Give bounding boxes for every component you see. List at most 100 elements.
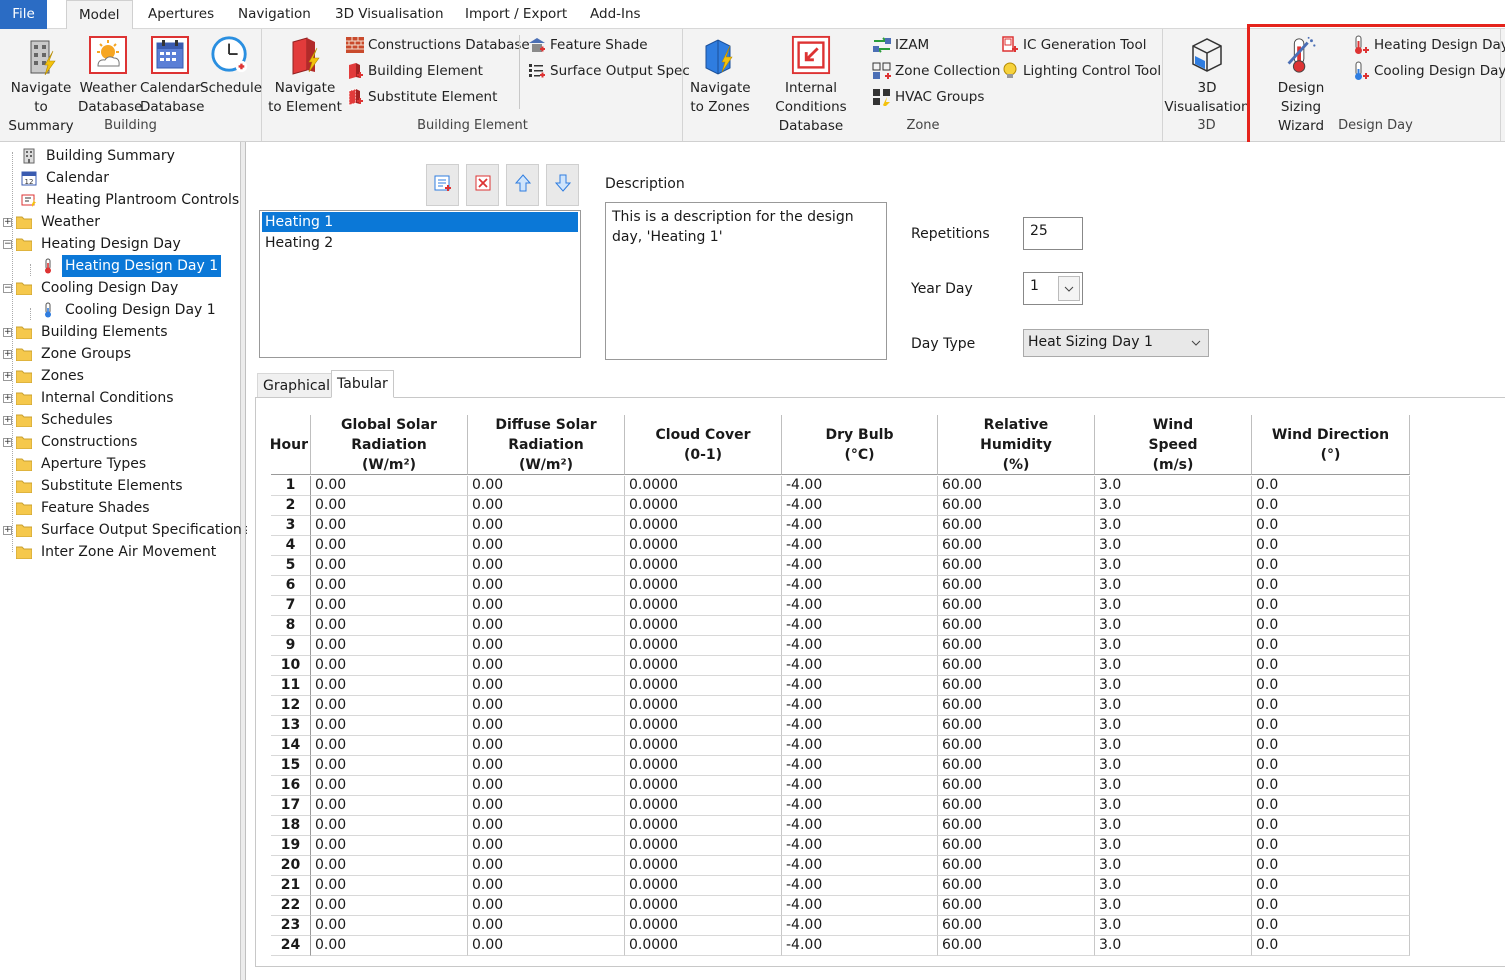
table-cell[interactable]: 60.00 <box>938 716 1095 736</box>
tree-item-internal-conditions[interactable]: + Internal Conditions <box>3 387 177 409</box>
table-cell[interactable]: 0.0 <box>1252 776 1410 796</box>
lighting-control-tool-button[interactable]: Lighting Control Tool <box>1000 59 1161 83</box>
calendar-database-button[interactable]: Calendar Database <box>140 33 204 117</box>
table-cell[interactable]: 0.00 <box>468 816 625 836</box>
table-cell[interactable]: -4.00 <box>782 556 938 576</box>
expand-icon[interactable]: + <box>3 327 12 337</box>
table-cell[interactable]: 0.0 <box>1252 536 1410 556</box>
table-cell[interactable]: 60.00 <box>938 916 1095 936</box>
table-cell[interactable]: 0.0000 <box>625 536 782 556</box>
table-cell[interactable]: 3.0 <box>1095 916 1252 936</box>
table-cell[interactable]: 0.00 <box>468 896 625 916</box>
table-cell[interactable]: 0.0 <box>1252 836 1410 856</box>
column-header[interactable]: Global Solar Radiation (W/m²) <box>311 415 468 475</box>
move-down-button[interactable] <box>546 164 579 206</box>
table-cell[interactable]: 3.0 <box>1095 616 1252 636</box>
table-cell[interactable]: 0.00 <box>311 836 468 856</box>
expand-icon[interactable]: + <box>3 217 12 227</box>
row-header[interactable]: 10 <box>271 656 311 676</box>
table-cell[interactable]: 0.0 <box>1252 816 1410 836</box>
table-cell[interactable]: 0.00 <box>311 776 468 796</box>
table-row[interactable]: 12 0.00 0.00 0.0000 -4.00 60.00 3.0 0.0 <box>271 696 1410 716</box>
table-cell[interactable]: 0.0 <box>1252 656 1410 676</box>
tab-graphical[interactable]: Graphical <box>257 373 336 398</box>
year-day-spinner[interactable]: 1 <box>1023 272 1083 305</box>
panel-splitter[interactable] <box>241 142 246 980</box>
table-cell[interactable]: 3.0 <box>1095 776 1252 796</box>
row-header[interactable]: 24 <box>271 936 311 956</box>
tree-item-feature-shades[interactable]: Feature Shades <box>3 497 153 519</box>
table-cell[interactable]: 3.0 <box>1095 496 1252 516</box>
table-cell[interactable]: 0.00 <box>311 736 468 756</box>
table-cell[interactable]: 3.0 <box>1095 836 1252 856</box>
table-cell[interactable]: 0.0 <box>1252 856 1410 876</box>
row-header[interactable]: 5 <box>271 556 311 576</box>
table-cell[interactable]: 0.0000 <box>625 476 782 496</box>
table-cell[interactable]: 3.0 <box>1095 936 1252 956</box>
row-header[interactable]: 22 <box>271 896 311 916</box>
tree-item-zone-groups[interactable]: + Zone Groups <box>3 343 134 365</box>
table-cell[interactable]: -4.00 <box>782 716 938 736</box>
table-cell[interactable]: 3.0 <box>1095 896 1252 916</box>
row-header[interactable]: 2 <box>271 496 311 516</box>
table-cell[interactable]: -4.00 <box>782 776 938 796</box>
menu-tab-import-export[interactable]: Import / Export <box>453 0 579 29</box>
tree-item-substitute-elements[interactable]: Substitute Elements <box>3 475 186 497</box>
table-cell[interactable]: 60.00 <box>938 736 1095 756</box>
table-row[interactable]: 19 0.00 0.00 0.0000 -4.00 60.00 3.0 0.0 <box>271 836 1410 856</box>
table-cell[interactable]: 0.0 <box>1252 516 1410 536</box>
table-cell[interactable]: 0.0000 <box>625 696 782 716</box>
table-cell[interactable]: 60.00 <box>938 776 1095 796</box>
menu-tab-add-ins[interactable]: Add-Ins <box>578 0 653 29</box>
table-cell[interactable]: 3.0 <box>1095 676 1252 696</box>
collapse-icon[interactable]: − <box>3 239 12 249</box>
expand-icon[interactable]: + <box>3 349 12 359</box>
heating-design-day-button[interactable]: Heating Design Day <box>1351 33 1505 57</box>
table-row[interactable]: 7 0.00 0.00 0.0000 -4.00 60.00 3.0 0.0 <box>271 596 1410 616</box>
hvac-groups-button[interactable]: HVAC Groups <box>872 85 984 109</box>
column-header[interactable]: Relative Humidity (%) <box>938 415 1095 475</box>
table-cell[interactable]: 0.0000 <box>625 516 782 536</box>
schedule-button[interactable]: Schedule <box>200 33 262 98</box>
row-header[interactable]: 14 <box>271 736 311 756</box>
table-row[interactable]: 1 0.00 0.00 0.0000 -4.00 60.00 3.0 0.0 <box>271 476 1410 496</box>
table-cell[interactable]: 0.0 <box>1252 576 1410 596</box>
table-row[interactable]: 18 0.00 0.00 0.0000 -4.00 60.00 3.0 0.0 <box>271 816 1410 836</box>
zone-collection-button[interactable]: Zone Collection <box>872 59 1000 83</box>
row-header[interactable]: 12 <box>271 696 311 716</box>
menu-tab-navigation[interactable]: Navigation <box>226 0 323 29</box>
table-cell[interactable]: 0.0000 <box>625 616 782 636</box>
table-cell[interactable]: 0.00 <box>311 536 468 556</box>
izam-button[interactable]: IZAM <box>872 33 929 57</box>
table-cell[interactable]: 60.00 <box>938 676 1095 696</box>
table-cell[interactable]: 0.00 <box>468 536 625 556</box>
table-cell[interactable]: -4.00 <box>782 736 938 756</box>
expand-icon[interactable]: + <box>3 393 12 403</box>
table-cell[interactable]: -4.00 <box>782 536 938 556</box>
expand-icon[interactable]: + <box>3 371 12 381</box>
table-cell[interactable]: 60.00 <box>938 636 1095 656</box>
table-cell[interactable]: -4.00 <box>782 836 938 856</box>
column-header[interactable]: Wind Direction (°) <box>1252 415 1410 475</box>
menu-tab-file[interactable]: File <box>0 0 47 29</box>
table-row[interactable]: 6 0.00 0.00 0.0000 -4.00 60.00 3.0 0.0 <box>271 576 1410 596</box>
table-cell[interactable]: 0.00 <box>311 576 468 596</box>
table-cell[interactable]: 0.00 <box>468 936 625 956</box>
table-cell[interactable]: 0.00 <box>311 476 468 496</box>
column-header[interactable]: Cloud Cover (0-1) <box>625 415 782 475</box>
table-cell[interactable]: 3.0 <box>1095 876 1252 896</box>
table-cell[interactable]: 0.0 <box>1252 696 1410 716</box>
table-cell[interactable]: 0.0 <box>1252 736 1410 756</box>
table-cell[interactable]: -4.00 <box>782 696 938 716</box>
table-cell[interactable]: 0.00 <box>468 636 625 656</box>
table-cell[interactable]: 0.00 <box>311 816 468 836</box>
table-cell[interactable]: 0.0000 <box>625 876 782 896</box>
table-cell[interactable]: 3.0 <box>1095 536 1252 556</box>
row-header[interactable]: 16 <box>271 776 311 796</box>
table-cell[interactable]: 0.00 <box>311 856 468 876</box>
table-cell[interactable]: 0.0000 <box>625 916 782 936</box>
table-cell[interactable]: 3.0 <box>1095 556 1252 576</box>
table-cell[interactable]: -4.00 <box>782 656 938 676</box>
table-cell[interactable]: 0.0 <box>1252 796 1410 816</box>
row-header[interactable]: 19 <box>271 836 311 856</box>
